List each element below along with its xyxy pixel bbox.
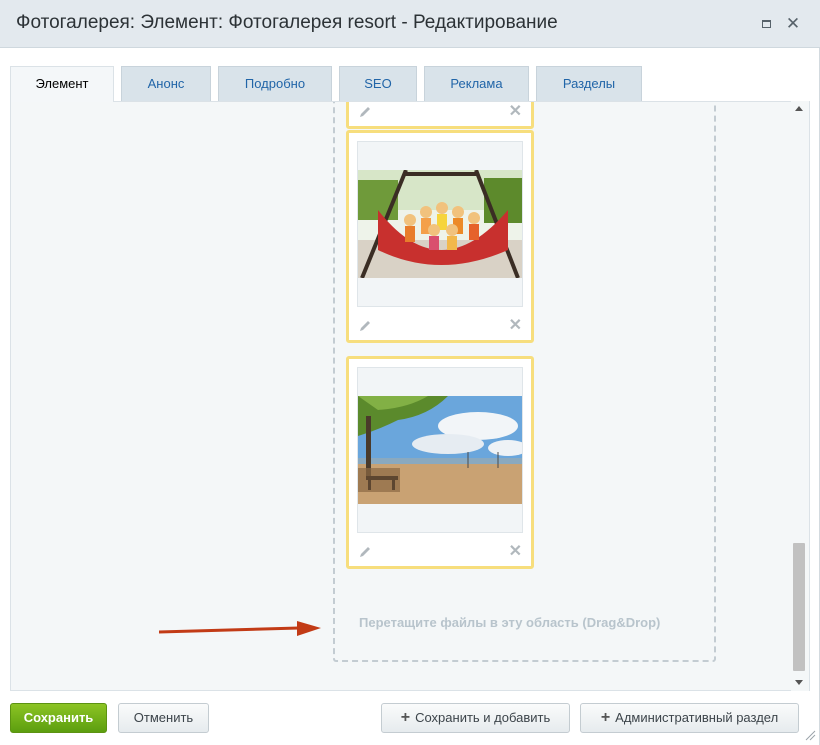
save-button[interactable]: Сохранить [10,703,107,733]
close-icon[interactable]: ✕ [509,315,522,335]
drop-hint-text: Перетащите файлы в эту область (Drag&Dro… [359,615,661,630]
pencil-icon[interactable] [358,545,372,559]
vertical-scrollbar[interactable] [791,101,809,691]
tab-advertising[interactable]: Реклама [424,66,529,101]
dialog-title: Фотогалерея: Элемент: Фотогалерея resort… [16,12,558,33]
plus-icon: + [600,709,611,726]
gallery-card: ✕ [346,102,534,129]
children-in-hammock-photo [358,170,522,278]
cancel-button[interactable]: Отменить [118,703,209,733]
photo-thumbnail[interactable] [357,367,523,533]
save-and-add-label: Сохранить и добавить [415,710,551,725]
tab-announce[interactable]: Анонс [121,66,211,101]
beach-with-picnic-tables-photo [358,396,522,504]
edit-dialog: Фотогалерея: Элемент: Фотогалерея resort… [0,0,820,745]
scroll-up-icon[interactable] [795,106,803,111]
admin-section-label: Административный раздел [615,710,779,725]
tab-seo[interactable]: SEO [339,66,417,101]
photo-thumbnail[interactable] [357,141,523,307]
admin-section-button[interactable]: + Административный раздел [580,703,799,733]
pencil-icon[interactable] [358,319,372,333]
scroll-down-icon[interactable] [795,680,803,685]
drag-drop-zone[interactable]: ✕ ✕ ✕ Перетащите файлы в эту область (Dr… [333,102,716,662]
annotation-arrow [159,621,321,636]
gallery-card: ✕ [346,356,534,569]
save-and-add-button[interactable]: + Сохранить и добавить [381,703,570,733]
gallery-card: ✕ [346,130,534,343]
resize-grip-icon[interactable] [804,729,816,741]
scrollbar-thumb[interactable] [793,543,805,671]
tab-details[interactable]: Подробно [218,66,332,101]
close-icon[interactable]: ✕ [509,102,522,121]
pencil-icon[interactable] [358,105,372,119]
title-bar[interactable]: Фотогалерея: Элемент: Фотогалерея resort… [0,0,820,48]
tab-element[interactable]: Элемент [10,66,114,102]
tab-sections[interactable]: Разделы [536,66,642,101]
plus-icon: + [400,709,411,726]
close-icon[interactable]: ✕ [509,541,522,561]
close-icon[interactable]: ✕ [783,14,803,34]
tab-content-panel: ✕ ✕ ✕ Перетащите файлы в эту область (Dr… [10,101,810,691]
maximize-icon[interactable] [756,14,776,34]
